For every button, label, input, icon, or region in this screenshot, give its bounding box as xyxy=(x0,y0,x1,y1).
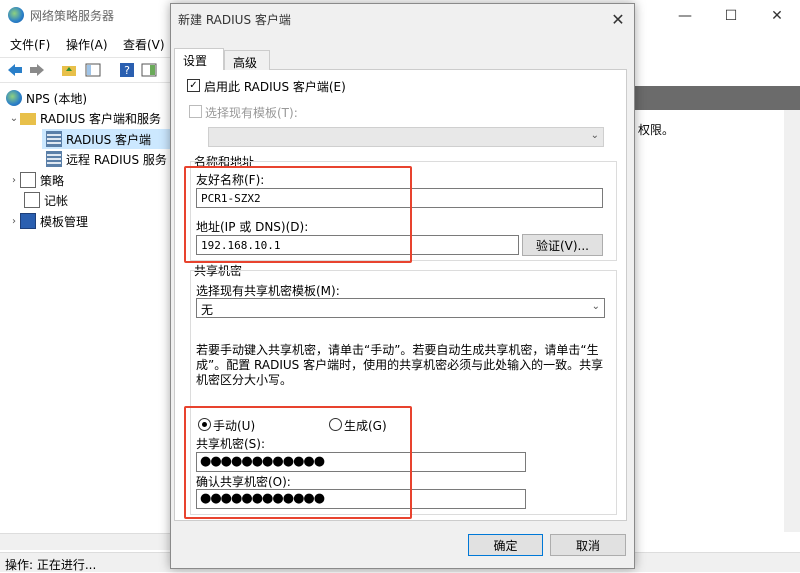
back-arrow-icon[interactable] xyxy=(6,61,24,79)
tree-item-radius-clients[interactable]: RADIUS 客户端 xyxy=(46,129,151,149)
chevron-down-icon: ⌄ xyxy=(590,130,599,141)
folder-up-icon[interactable] xyxy=(60,61,78,79)
dialog-title: 新建 RADIUS 客户端 xyxy=(178,13,291,27)
chevron-right-icon[interactable]: › xyxy=(8,216,20,227)
details-vertical-scrollbar[interactable] xyxy=(784,110,800,532)
client-list-icon xyxy=(46,131,62,147)
forward-arrow-icon[interactable] xyxy=(28,61,46,79)
template-select[interactable]: ⌄ xyxy=(208,127,604,147)
tab-advanced[interactable]: 高级 xyxy=(224,50,270,70)
folder-icon xyxy=(20,113,36,125)
enable-client-label: 启用此 RADIUS 客户端(E) xyxy=(204,80,346,94)
tree-item-radius-clients-servers[interactable]: ⌄ RADIUS 客户端和服务 xyxy=(8,108,161,128)
svg-text:?: ? xyxy=(124,64,130,77)
server-group-icon xyxy=(46,151,62,167)
main-window-title: 网络策略服务器 xyxy=(30,9,115,23)
secret-template-value: 无 xyxy=(201,303,214,317)
minimize-button[interactable]: — xyxy=(662,0,708,31)
tab-settings[interactable]: 设置 xyxy=(174,48,224,70)
tree-item-policies[interactable]: › 策略 xyxy=(8,170,64,190)
select-template-label: 选择现有模板(T): xyxy=(205,106,298,120)
template-icon xyxy=(20,213,36,229)
nps-globe-icon xyxy=(6,90,22,106)
secret-template-label: 选择现有共享机密模板(M): xyxy=(196,284,340,298)
shared-secret-description: 若要手动键入共享机密，请单击“手动”。若要自动生成共享机密，请单击“生成”。配置… xyxy=(196,343,604,387)
help-icon[interactable]: ? xyxy=(118,61,136,79)
enable-client-checkbox[interactable]: ✓ xyxy=(187,79,200,92)
cancel-button[interactable]: 取消 xyxy=(550,534,626,556)
tree-item-nps-local[interactable]: NPS (本地) xyxy=(6,88,87,108)
tree-item-remote-radius[interactable]: 远程 RADIUS 服务 xyxy=(46,149,167,169)
show-hide-tree-icon[interactable] xyxy=(84,61,102,79)
dialog-close-button[interactable]: ✕ xyxy=(603,6,633,32)
ok-button[interactable]: 确定 xyxy=(468,534,543,556)
chevron-down-icon[interactable]: ⌄ xyxy=(8,113,20,124)
tree-label: 模板管理 xyxy=(40,214,89,229)
details-header xyxy=(635,86,800,110)
highlight-box-shared-secret xyxy=(184,406,412,519)
select-template-checkbox[interactable] xyxy=(189,105,202,118)
highlight-box-name-address xyxy=(184,166,412,263)
chevron-down-icon: ⌄ xyxy=(591,301,600,312)
close-window-button[interactable]: ✕ xyxy=(754,0,800,31)
menu-file[interactable]: 文件(F) xyxy=(10,36,50,53)
secret-template-select[interactable]: 无 ⌄ xyxy=(196,298,605,318)
tree-label: RADIUS 客户端和服务 xyxy=(40,111,162,126)
chevron-right-icon[interactable]: › xyxy=(8,175,20,186)
tree-label: RADIUS 客户端 xyxy=(66,132,152,147)
tree-label: 策略 xyxy=(40,173,65,188)
details-pane xyxy=(635,86,800,532)
tree-item-template-mgmt[interactable]: › 模板管理 xyxy=(8,211,88,231)
accounting-icon xyxy=(24,192,40,208)
verify-button[interactable]: 验证(V)... xyxy=(522,234,603,256)
details-text: 权限。 xyxy=(638,123,675,137)
maximize-button[interactable]: ☐ xyxy=(708,0,754,31)
menu-action[interactable]: 操作(A) xyxy=(66,36,108,53)
tree-label: 记帐 xyxy=(44,193,69,208)
tree-label: 远程 RADIUS 服务 xyxy=(66,152,167,167)
action-pane-icon[interactable] xyxy=(140,61,158,79)
tree-label: NPS (本地) xyxy=(26,91,88,106)
tree-horizontal-scrollbar[interactable] xyxy=(0,533,170,550)
policy-icon xyxy=(20,172,36,188)
tree-item-accounting[interactable]: 记帐 xyxy=(24,190,68,210)
menu-view[interactable]: 查看(V) xyxy=(123,36,165,53)
nps-app-icon xyxy=(8,7,24,23)
